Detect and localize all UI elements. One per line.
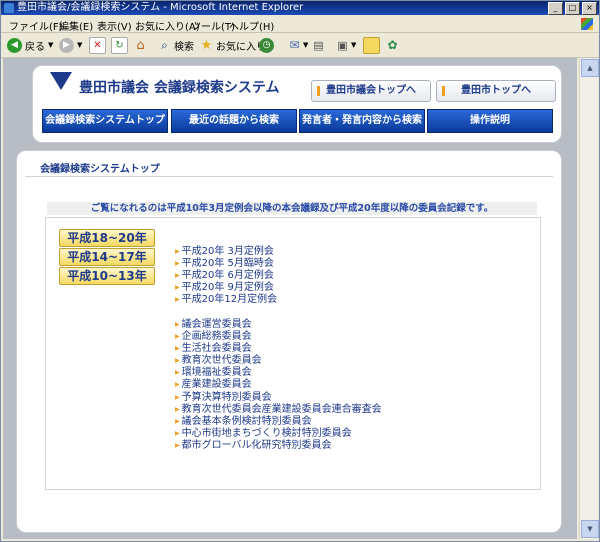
maximize-button[interactable]: □ — [565, 2, 580, 15]
divider — [25, 176, 553, 177]
menu-favorites[interactable]: お気に入り(A) — [135, 18, 200, 33]
committee-link[interactable]: 企画総務委員会 — [175, 331, 382, 343]
back-label: 戻る — [25, 41, 45, 53]
menu-help[interactable]: ヘルプ(H) — [229, 18, 274, 33]
print-icon: ▤ — [313, 38, 324, 52]
edit-button[interactable]: ▣ ▼ — [335, 36, 356, 54]
nav-recent-topics[interactable]: 最近の話題から検索 — [171, 109, 297, 133]
site-logo-text[interactable]: 豊田市議会 会議録検索システム — [79, 77, 279, 97]
session-list: 平成20年 3月定例会 平成20年 5月臨時会 平成20年 6月定例会 平成20… — [175, 246, 277, 306]
print-button[interactable]: ▤ — [311, 36, 326, 54]
council-top-label: 豊田市議会トップへ — [326, 85, 416, 96]
windows-flag-icon — [581, 18, 593, 30]
home-button[interactable]: ⌂ — [133, 36, 148, 54]
committee-link[interactable]: 生活社会委員会 — [175, 343, 382, 355]
menu-file[interactable]: ファイル(F) — [9, 18, 63, 33]
nav-speaker-search[interactable]: 発言者・発言内容から検索 — [299, 109, 425, 133]
forward-button[interactable]: ▶ ▼ — [59, 36, 82, 54]
committee-link[interactable]: 中心市街地まちづくり検討特別委員会 — [175, 428, 382, 440]
city-top-link[interactable]: 豊田市トップへ — [436, 80, 556, 102]
committee-link[interactable]: 議会運営委員会 — [175, 319, 382, 331]
back-arrow-icon: ◀ — [7, 37, 22, 53]
session-link[interactable]: 平成20年 9月定例会 — [175, 282, 277, 294]
mail-dropdown-icon[interactable]: ▼ — [303, 41, 308, 49]
vertical-scrollbar[interactable]: ▲ ▼ — [579, 58, 599, 539]
history-icon: ◷ — [259, 37, 274, 53]
era-button-h14-17[interactable]: 平成14~17年 — [59, 248, 155, 266]
window-title: 豊田市議会/会議録検索システム - Microsoft Internet Exp… — [17, 2, 304, 13]
mail-icon: ✉ — [289, 37, 300, 52]
notice-banner: ご覧になれるのは平成10年3月定例会以降の本会議録及び平成20年度以降の委員会記… — [47, 202, 537, 215]
edit-dropdown-icon[interactable]: ▼ — [351, 41, 356, 49]
messenger-button[interactable]: ✿ — [385, 36, 400, 54]
search-label: 検索 — [174, 41, 194, 53]
messenger-icon: ✿ — [387, 37, 398, 52]
scroll-up-icon[interactable]: ▲ — [581, 59, 599, 77]
toolbar: ◀ 戻る ▼ ▶ ▼ ✕ ↻ ⌂ ⌕ 検索 ★ お気に入り ◷ ✉ ▼ ▤ ▣ … — [1, 33, 599, 58]
committee-link[interactable]: 議会基本条例検討特別委員会 — [175, 416, 382, 428]
section-title: 会議録検索システムトップ — [40, 164, 160, 175]
menu-view[interactable]: 表示(V) — [97, 18, 132, 33]
refresh-button[interactable]: ↻ — [111, 36, 128, 54]
session-link[interactable]: 平成20年 5月臨時会 — [175, 258, 277, 270]
committee-link[interactable]: 予算決算特別委員会 — [175, 392, 382, 404]
nav-system-top[interactable]: 会議録検索システムトップ — [42, 109, 168, 133]
star-icon: ★ — [200, 37, 213, 53]
minimize-button[interactable]: _ — [548, 2, 563, 15]
session-link[interactable]: 平成20年 6月定例会 — [175, 270, 277, 282]
committee-list: 議会運営委員会 企画総務委員会 生活社会委員会 教育次世代委員会 環境福祉委員会… — [175, 319, 382, 452]
site-header: 豊田市議会 会議録検索システム 豊田市議会トップへ 豊田市トップへ 会議録検索シ… — [32, 65, 562, 143]
session-link[interactable]: 平成20年12月定例会 — [175, 294, 277, 306]
committee-link[interactable]: 教育次世代委員会産業建設委員会連合審査会 — [175, 404, 382, 416]
forward-dropdown-icon[interactable]: ▼ — [77, 41, 82, 49]
city-emblem-icon — [50, 72, 72, 90]
nav-help[interactable]: 操作説明 — [427, 109, 553, 133]
city-top-label: 豊田市トップへ — [461, 85, 531, 96]
refresh-icon: ↻ — [111, 36, 128, 54]
committee-link[interactable]: 教育次世代委員会 — [175, 355, 382, 367]
search-icon: ⌕ — [161, 37, 168, 52]
orange-bar-icon — [442, 86, 445, 96]
orange-bar-icon — [317, 86, 320, 96]
ie-icon — [4, 3, 14, 13]
favorites-button[interactable]: ★ お気に入り — [199, 36, 266, 54]
browser-window: 豊田市議会/会議録検索システム - Microsoft Internet Exp… — [0, 0, 600, 542]
council-top-link[interactable]: 豊田市議会トップへ — [311, 80, 431, 102]
close-button[interactable]: × — [582, 2, 597, 15]
back-dropdown-icon[interactable]: ▼ — [48, 41, 53, 49]
web-page: 豊田市議会 会議録検索システム 豊田市議会トップへ 豊田市トップへ 会議録検索シ… — [3, 58, 577, 539]
main-panel: 会議録検索システムトップ ご覧になれるのは平成10年3月定例会以降の本会議録及び… — [16, 150, 562, 533]
menu-edit[interactable]: 編集(E) — [59, 18, 93, 33]
discuss-button[interactable] — [363, 36, 380, 54]
committee-link[interactable]: 産業建設委員会 — [175, 379, 382, 391]
history-button[interactable]: ◷ — [259, 36, 274, 54]
home-icon: ⌂ — [136, 37, 145, 53]
title-bar: 豊田市議会/会議録検索システム - Microsoft Internet Exp… — [1, 1, 599, 15]
search-button[interactable]: ⌕ 検索 — [157, 36, 194, 54]
back-button[interactable]: ◀ 戻る ▼ — [7, 36, 53, 54]
committee-link[interactable]: 環境福祉委員会 — [175, 367, 382, 379]
forward-arrow-icon: ▶ — [59, 37, 74, 53]
scroll-down-icon[interactable]: ▼ — [581, 520, 599, 538]
edit-page-icon: ▣ — [337, 38, 348, 52]
folder-icon — [363, 36, 380, 54]
committee-link[interactable]: 都市グローバル化研究特別委員会 — [175, 440, 382, 452]
mail-button[interactable]: ✉ ▼ — [287, 36, 308, 54]
stop-icon: ✕ — [89, 36, 106, 54]
menu-bar: ファイル(F) 編集(E) 表示(V) お気に入り(A) ツール(T) ヘルプ(… — [1, 16, 599, 33]
stop-button[interactable]: ✕ — [89, 36, 106, 54]
era-button-h10-13[interactable]: 平成10~13年 — [59, 267, 155, 285]
session-link[interactable]: 平成20年 3月定例会 — [175, 246, 277, 258]
era-button-h18-20[interactable]: 平成18~20年 — [59, 229, 155, 247]
